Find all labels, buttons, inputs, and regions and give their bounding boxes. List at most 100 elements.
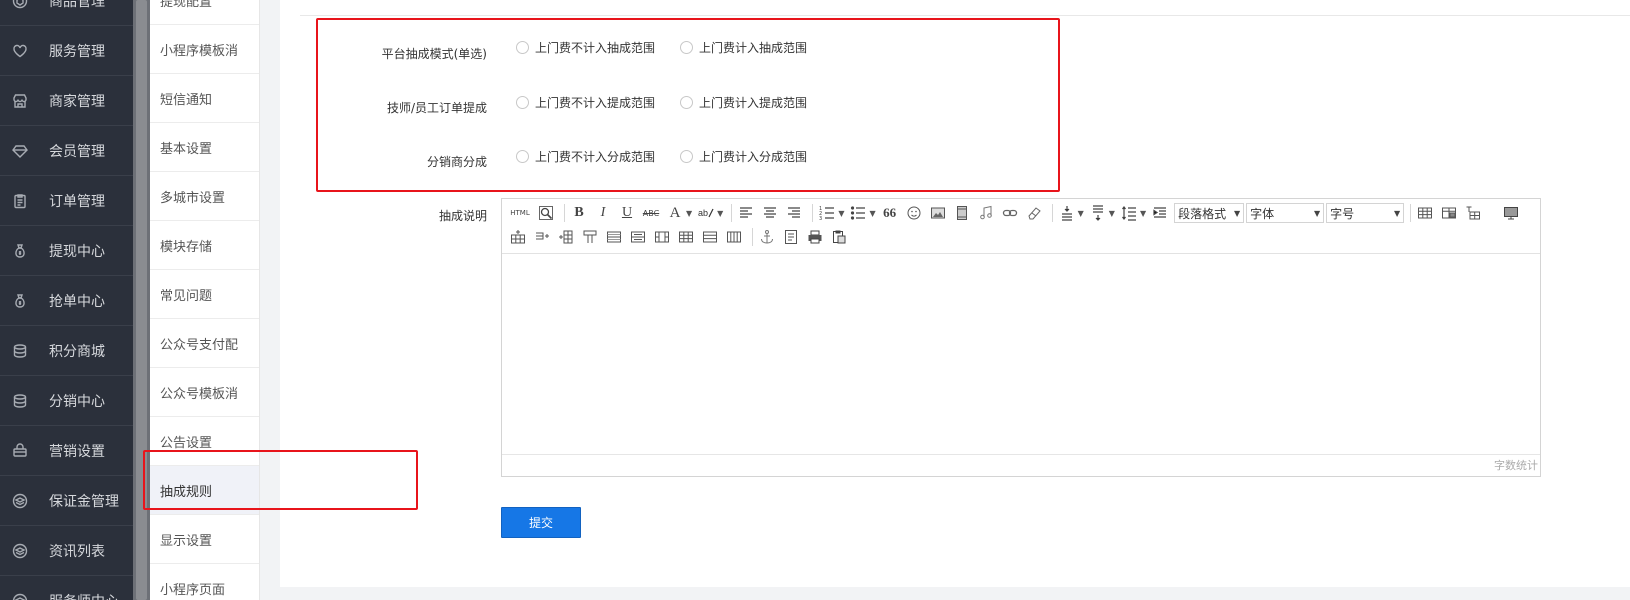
font-size-select[interactable]: 字号 ▼ bbox=[1326, 203, 1405, 223]
emoji-icon[interactable] bbox=[904, 203, 924, 223]
preview-icon[interactable] bbox=[536, 203, 556, 223]
sidebar-item-distribution[interactable]: 分销中心 bbox=[0, 376, 133, 426]
underline-button[interactable]: U bbox=[617, 203, 637, 223]
sidebar-item-goods[interactable]: 商品管理 bbox=[0, 0, 133, 26]
image-icon[interactable] bbox=[928, 203, 948, 223]
paste-icon[interactable] bbox=[829, 227, 849, 247]
radio-circle[interactable] bbox=[516, 150, 529, 163]
chevron-down-icon[interactable]: ▼ bbox=[869, 209, 875, 218]
fullscreen-icon[interactable] bbox=[1501, 203, 1521, 223]
insert-table-icon[interactable] bbox=[1415, 203, 1435, 223]
sidebar-item-news[interactable]: 资讯列表 bbox=[0, 526, 133, 576]
insert-column-icon[interactable] bbox=[556, 227, 576, 247]
submenu-item-faq[interactable]: 常见问题 bbox=[150, 270, 259, 319]
chevron-down-icon[interactable]: ▼ bbox=[686, 209, 692, 218]
sidebar-item-technician[interactable]: 服务师中心 bbox=[0, 576, 133, 600]
sidebar-item-grab-order[interactable]: 抢单中心 bbox=[0, 276, 133, 326]
split-cols-icon[interactable] bbox=[724, 227, 744, 247]
page-break-icon[interactable] bbox=[781, 227, 801, 247]
radio-circle[interactable] bbox=[680, 41, 693, 54]
delete-column-icon[interactable] bbox=[580, 227, 600, 247]
strikethrough-button[interactable]: ABC bbox=[641, 203, 661, 223]
radio-circle[interactable] bbox=[516, 41, 529, 54]
radio-circle[interactable] bbox=[516, 96, 529, 109]
delete-row-icon[interactable] bbox=[604, 227, 624, 247]
line-height-icon[interactable] bbox=[1119, 203, 1139, 223]
chevron-down-icon[interactable]: ▼ bbox=[1140, 209, 1146, 218]
html-source-button[interactable]: HTML bbox=[508, 203, 532, 223]
merge-down-icon[interactable] bbox=[676, 227, 696, 247]
submenu-item-wechat-pay[interactable]: 公众号支付配 bbox=[150, 319, 259, 368]
paragraph-format-select[interactable]: 段落格式 ▼ bbox=[1174, 203, 1245, 223]
align-center-icon[interactable] bbox=[760, 203, 780, 223]
submenu-item-miniprogram-page[interactable]: 小程序页面 bbox=[150, 564, 259, 600]
submenu-item-commission-rules[interactable]: 抽成规则 bbox=[150, 466, 259, 515]
submenu-item-storage[interactable]: 模块存储 bbox=[150, 221, 259, 270]
indent-icon[interactable] bbox=[1150, 203, 1170, 223]
sidebar-item-marketing[interactable]: 营销设置 bbox=[0, 426, 133, 476]
sidebar-item-label: 保证金管理 bbox=[49, 493, 119, 510]
commission-exclude-fee-radio[interactable]: 上门费不计入抽成范围 bbox=[516, 39, 655, 56]
submenu-item-multi-city[interactable]: 多城市设置 bbox=[150, 172, 259, 221]
video-icon[interactable] bbox=[952, 203, 972, 223]
font-color-button[interactable]: A bbox=[665, 203, 685, 223]
link-icon[interactable] bbox=[1000, 203, 1020, 223]
submenu-item-sms[interactable]: 短信通知 bbox=[150, 74, 259, 123]
submenu-item-basic[interactable]: 基本设置 bbox=[150, 123, 259, 172]
eraser-icon[interactable] bbox=[1024, 203, 1044, 223]
distributor-exclude-fee-radio[interactable]: 上门费不计入分成范围 bbox=[516, 148, 655, 165]
blockquote-button[interactable]: 66 bbox=[880, 203, 900, 223]
insert-row-above-icon[interactable] bbox=[508, 227, 528, 247]
align-left-icon[interactable] bbox=[736, 203, 756, 223]
insert-row-below-icon[interactable] bbox=[532, 227, 552, 247]
submenu-item-withdraw-config[interactable]: 提现配置 bbox=[150, 0, 259, 25]
split-rows-icon[interactable] bbox=[700, 227, 720, 247]
sidebar-item-service[interactable]: 服务管理 bbox=[0, 26, 133, 76]
technician-exclude-fee-radio[interactable]: 上门费不计入提成范围 bbox=[516, 94, 655, 111]
merge-cells-icon[interactable] bbox=[628, 227, 648, 247]
technician-commission-label: 技师/员工订单提成 bbox=[386, 101, 487, 115]
sidebar-item-member[interactable]: 会员管理 bbox=[0, 126, 133, 176]
sidebar-item-order[interactable]: 订单管理 bbox=[0, 176, 133, 226]
chevron-down-icon[interactable]: ▼ bbox=[838, 209, 844, 218]
chevron-down-icon[interactable]: ▼ bbox=[1109, 209, 1115, 218]
editor-content-area[interactable] bbox=[502, 254, 1540, 454]
submenu-item-display[interactable]: 显示设置 bbox=[150, 515, 259, 564]
row-spacing-bottom-icon[interactable] bbox=[1088, 203, 1108, 223]
bold-button[interactable]: B bbox=[569, 203, 589, 223]
sidebar-item-deposit[interactable]: 保证金管理 bbox=[0, 476, 133, 526]
submenu-item-notice[interactable]: 公告设置 bbox=[150, 417, 259, 466]
sidebar-item-merchant[interactable]: 商家管理 bbox=[0, 76, 133, 126]
sidebar-item-points-mall[interactable]: 积分商城 bbox=[0, 326, 133, 376]
ordered-list-icon[interactable]: 123 bbox=[817, 203, 837, 223]
chevron-down-icon[interactable]: ▼ bbox=[1078, 209, 1084, 218]
music-icon[interactable] bbox=[976, 203, 996, 223]
unordered-list-icon[interactable] bbox=[848, 203, 868, 223]
sidebar-item-withdraw[interactable]: 提现中心 bbox=[0, 226, 133, 276]
sidebar-scrollbar-thumb[interactable] bbox=[136, 0, 147, 600]
chevron-down-icon[interactable]: ▼ bbox=[717, 209, 723, 218]
commission-mode-label: 平台抽成模式(单选) bbox=[381, 47, 487, 61]
table-properties-icon[interactable] bbox=[1439, 203, 1459, 223]
align-right-icon[interactable] bbox=[784, 203, 804, 223]
print-icon[interactable] bbox=[805, 227, 825, 247]
highlight-color-icon[interactable]: ab bbox=[696, 203, 716, 223]
sidebar-item-label: 商家管理 bbox=[49, 93, 105, 110]
radio-circle[interactable] bbox=[680, 96, 693, 109]
row-spacing-top-icon[interactable] bbox=[1057, 203, 1077, 223]
submenu-item-miniprogram-template[interactable]: 小程序模板消 bbox=[150, 25, 259, 74]
basket-icon bbox=[11, 442, 29, 460]
radio-circle[interactable] bbox=[680, 150, 693, 163]
toolbar-row-1: HTML B I U ABC A ▼ ab ▼ 123 ▼ ▼ 66 ▼ ▼ ▼… bbox=[508, 202, 1525, 224]
sidebar-scrollbar[interactable] bbox=[133, 0, 150, 600]
font-family-select[interactable]: 字体 ▼ bbox=[1246, 203, 1325, 223]
distributor-include-fee-radio[interactable]: 上门费计入分成范围 bbox=[680, 148, 807, 165]
table-caption-icon[interactable] bbox=[1463, 203, 1483, 223]
anchor-icon[interactable] bbox=[757, 227, 777, 247]
submenu-item-wechat-template[interactable]: 公众号模板消 bbox=[150, 368, 259, 417]
commission-include-fee-radio[interactable]: 上门费计入抽成范围 bbox=[680, 39, 807, 56]
merge-right-icon[interactable] bbox=[652, 227, 672, 247]
submit-button[interactable]: 提交 bbox=[501, 507, 581, 538]
italic-button[interactable]: I bbox=[593, 203, 613, 223]
technician-include-fee-radio[interactable]: 上门费计入提成范围 bbox=[680, 94, 807, 111]
